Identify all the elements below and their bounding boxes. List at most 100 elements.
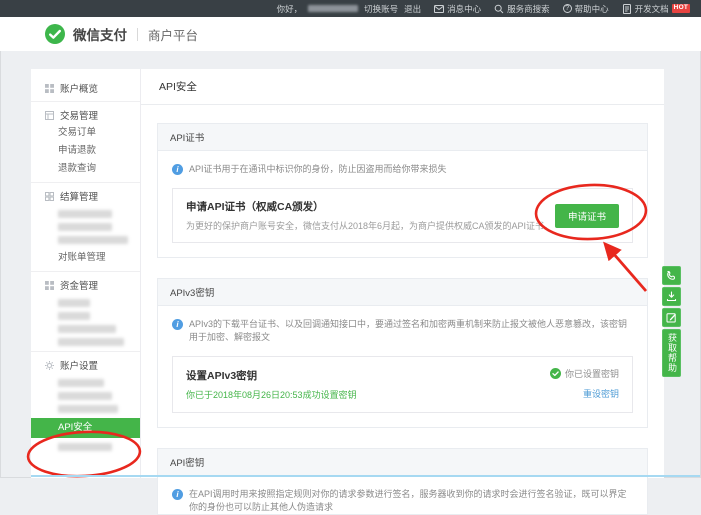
- dev-docs-label: 开发文档: [635, 3, 669, 15]
- sidebar-item-statement-mgmt[interactable]: 对账单管理: [31, 249, 140, 267]
- page: 你好， 切换账号 退出 消息中心 服务商搜索 ? 帮助中心 开发文档 H: [0, 0, 701, 478]
- search-icon: [494, 4, 504, 14]
- apikey-info-text: 在API调用时用来按照指定规则对你的请求参数进行签名，服务器收到你的请求时会进行…: [189, 488, 633, 514]
- apiv3-info-row: i APIv3的下载平台证书、以及回调通知接口中，要通过签名和加密两重机制来防止…: [172, 318, 633, 344]
- page-title: API安全: [141, 69, 664, 105]
- sidebar-divider: [31, 271, 140, 272]
- message-center-link[interactable]: 消息中心: [434, 3, 481, 15]
- sidebar-item-redacted[interactable]: [58, 210, 112, 218]
- section-header: APIv3密钥: [158, 279, 647, 306]
- section-header: API密钥: [158, 449, 647, 476]
- info-icon: i: [172, 164, 183, 175]
- sidebar-item-redacted[interactable]: [58, 325, 116, 333]
- account-number-redacted: [308, 5, 358, 12]
- sidebar-item-redacted[interactable]: [58, 312, 90, 320]
- cert-card-desc: 为更好的保护商户账号安全，微信支付从2018年6月起，为商户提供权威CA颁发的A…: [186, 219, 553, 232]
- cert-info-text: API证书用于在通讯中标识你的身份，防止因盗用而给你带来损失: [189, 163, 447, 176]
- sidebar-item-redacted[interactable]: [58, 405, 118, 413]
- cert-card-title: 申请API证书（权威CA颁发）: [186, 199, 553, 214]
- sidebar-group-trade[interactable]: 交易管理: [31, 106, 140, 124]
- sidebar-item-trade-orders[interactable]: 交易订单: [31, 124, 140, 142]
- sidebar-group-label: 账户设置: [60, 358, 98, 372]
- greeting-text: 你好，: [277, 3, 303, 15]
- sidebar-item-redacted[interactable]: [58, 443, 112, 451]
- apiv3-info-text: APIv3的下载平台证书、以及回调通知接口中，要通过签名和加密两重机制来防止报文…: [189, 318, 633, 344]
- account-group: 你好， 切换账号 退出: [277, 3, 422, 15]
- feedback-edit-button[interactable]: [662, 308, 681, 327]
- question-icon: ?: [563, 4, 572, 13]
- reset-key-link[interactable]: 重设密钥: [583, 387, 619, 400]
- apiv3-status-row: 你已设置密钥: [550, 367, 619, 380]
- apikey-info-row: i 在API调用时用来按照指定规则对你的请求参数进行签名，服务器收到你的请求时会…: [172, 488, 633, 514]
- apiv3-card-right: 你已设置密钥 重设密钥: [550, 367, 619, 402]
- wechat-pay-logo-icon: [45, 24, 65, 44]
- download-button[interactable]: [662, 287, 681, 306]
- sidebar: 账户概览 交易管理 交易订单 申请退款 退款查询 结算管理 对账单管理 资金: [31, 69, 141, 478]
- sidebar-group-settlement[interactable]: 结算管理: [31, 187, 140, 205]
- info-icon: i: [172, 489, 183, 500]
- apiv3-card-text: 设置APIv3密钥 你已于2018年08月26日20:53成功设置密钥: [186, 368, 357, 401]
- sidebar-item-redacted[interactable]: [58, 392, 112, 400]
- sidebar-divider: [31, 351, 140, 352]
- sidebar-group-label: 结算管理: [60, 189, 98, 203]
- phone-icon: [666, 270, 677, 281]
- document-icon: [622, 4, 632, 14]
- sidebar-group-label: 账户概览: [60, 81, 98, 95]
- section-apiv3-key: APIv3密钥 i APIv3的下载平台证书、以及回调通知接口中，要通过签名和加…: [157, 278, 648, 428]
- sidebar-group-account-settings[interactable]: 账户设置: [31, 356, 140, 374]
- sidebar-item-account-overview[interactable]: 账户概览: [31, 79, 140, 97]
- topbar: 你好， 切换账号 退出 消息中心 服务商搜索 ? 帮助中心 开发文档 H: [0, 0, 701, 17]
- dev-docs-link[interactable]: 开发文档 HOT: [622, 3, 690, 15]
- sidebar-item-redacted[interactable]: [58, 299, 90, 307]
- sidebar-group-funds[interactable]: 资金管理: [31, 276, 140, 294]
- get-help-button[interactable]: 获取帮助: [662, 329, 681, 377]
- help-center-label: 帮助中心: [575, 3, 609, 15]
- sidebar-group-label: 交易管理: [60, 108, 98, 122]
- message-center-label: 消息中心: [447, 3, 481, 15]
- brand-divider: [137, 28, 138, 41]
- brand-name: 微信支付: [73, 24, 127, 44]
- contact-phone-button[interactable]: [662, 266, 681, 285]
- apiv3-status-text: 你已设置密钥: [565, 367, 619, 380]
- grid-icon: [45, 281, 54, 290]
- sidebar-item-refund-query[interactable]: 退款查询: [31, 160, 140, 178]
- section-api-key: API密钥 i 在API调用时用来按照指定规则对你的请求参数进行签名，服务器收到…: [157, 448, 648, 515]
- content-container: 账户概览 交易管理 交易订单 申请退款 退款查询 结算管理 对账单管理 资金: [31, 69, 664, 478]
- download-icon: [666, 291, 677, 302]
- edit-icon: [666, 312, 677, 323]
- sidebar-item-redacted[interactable]: [58, 236, 128, 244]
- section-header: API证书: [158, 124, 647, 151]
- section-api-certificate: API证书 i API证书用于在通讯中标识你的身份，防止因盗用而给你带来损失 申…: [157, 123, 648, 258]
- logout-link[interactable]: 退出: [404, 3, 421, 15]
- brand-portal: 商户平台: [148, 25, 198, 44]
- apiv3-set-time: 你已于2018年08月26日20:53成功设置密钥: [186, 388, 357, 401]
- apiv3-card-title: 设置APIv3密钥: [186, 368, 357, 383]
- cert-info-row: i API证书用于在通讯中标识你的身份，防止因盗用而给你带来损失: [172, 163, 633, 176]
- brand-header: 微信支付 商户平台: [0, 17, 701, 51]
- sidebar-group-label: 资金管理: [60, 278, 98, 292]
- cert-card-text: 申请API证书（权威CA颁发） 为更好的保护商户账号安全，微信支付从2018年6…: [186, 199, 553, 232]
- check-circle-icon: [550, 368, 561, 379]
- grid-icon: [45, 192, 54, 201]
- gear-icon: [45, 361, 54, 370]
- bottom-scroll-line: [31, 475, 700, 477]
- sidebar-item-redacted[interactable]: [58, 338, 124, 346]
- main-content: API安全 API证书 i API证书用于在通讯中标识你的身份，防止因盗用而给你…: [141, 69, 664, 478]
- grid-icon: [45, 84, 54, 93]
- sidebar-item-redacted[interactable]: [58, 223, 112, 231]
- float-toolbar: 获取帮助: [662, 266, 681, 377]
- apply-certificate-button[interactable]: 申请证书: [555, 204, 619, 228]
- help-center-link[interactable]: ? 帮助中心: [563, 3, 609, 15]
- info-icon: i: [172, 319, 183, 330]
- hot-badge: HOT: [672, 4, 690, 13]
- list-icon: [45, 111, 54, 120]
- sidebar-item-api-security[interactable]: API安全: [31, 418, 140, 438]
- cert-card: 申请API证书（权威CA颁发） 为更好的保护商户账号安全，微信支付从2018年6…: [172, 188, 633, 243]
- sp-search-link[interactable]: 服务商搜索: [494, 3, 550, 15]
- sidebar-item-redacted[interactable]: [58, 379, 104, 387]
- sidebar-item-apply-refund[interactable]: 申请退款: [31, 142, 140, 160]
- sidebar-divider: [31, 101, 140, 102]
- sidebar-divider: [31, 182, 140, 183]
- apiv3-card: 设置APIv3密钥 你已于2018年08月26日20:53成功设置密钥 你已设置…: [172, 356, 633, 413]
- switch-account-link[interactable]: 切换账号: [364, 3, 398, 15]
